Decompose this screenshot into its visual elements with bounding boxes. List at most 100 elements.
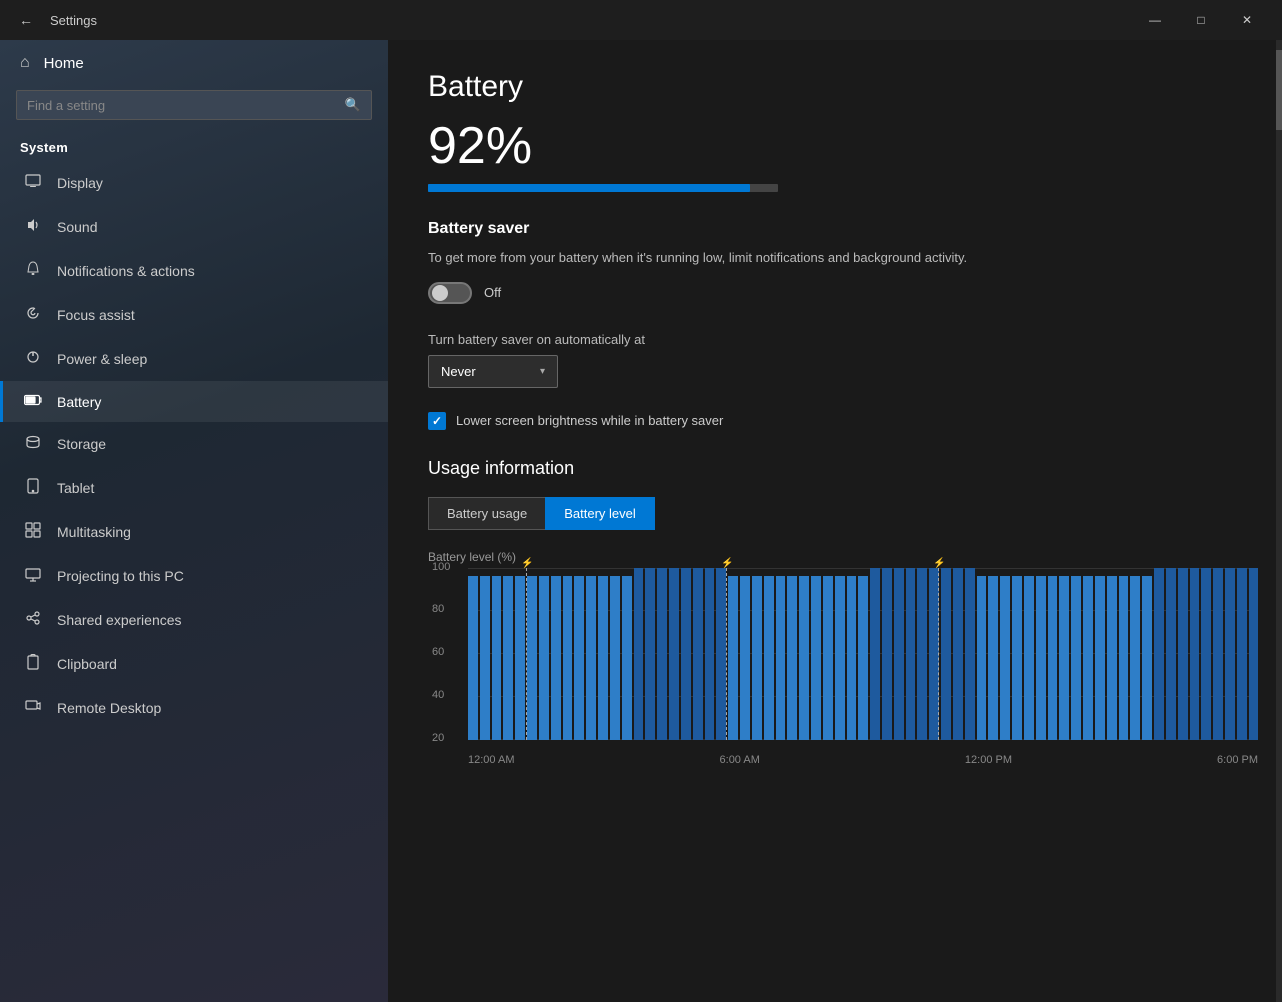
sidebar-item-projecting[interactable]: Projecting to this PC <box>0 554 388 598</box>
chart-bar <box>906 568 916 740</box>
chart-bar <box>468 576 478 739</box>
chart-bar <box>1237 568 1247 740</box>
sidebar-home-item[interactable]: ⌂ Home <box>0 40 388 86</box>
chart-bar <box>1059 576 1069 739</box>
sidebar-item-tablet[interactable]: Tablet <box>0 466 388 510</box>
chart-bar <box>657 568 667 740</box>
chart-bar <box>551 576 561 739</box>
tablet-icon <box>23 478 43 498</box>
chart-bar <box>705 568 715 740</box>
chart-bar <box>480 576 490 739</box>
search-input[interactable] <box>27 98 345 113</box>
x-label-6pm: 6:00 PM <box>1217 754 1258 766</box>
usage-tabs: Battery usage Battery level <box>428 497 1242 530</box>
sidebar-item-label-tablet: Tablet <box>57 480 94 496</box>
notifications-icon <box>23 261 43 281</box>
tab-battery-level[interactable]: Battery level <box>545 497 655 530</box>
chart-bar <box>503 576 513 739</box>
sidebar-item-label-power: Power & sleep <box>57 351 147 367</box>
sidebar-item-remote[interactable]: Remote Desktop <box>0 686 388 730</box>
sidebar-item-display[interactable]: Display <box>0 161 388 205</box>
search-icon[interactable]: 🔍 <box>345 97 361 113</box>
chart-bar <box>941 568 951 740</box>
chart-bar <box>870 568 880 740</box>
sidebar-item-label-remote: Remote Desktop <box>57 700 161 716</box>
auto-battery-saver-dropdown[interactable]: Never ▾ <box>428 355 558 388</box>
chart-bar <box>1119 576 1129 739</box>
title-bar: ← Settings — □ ✕ <box>0 0 1282 40</box>
sidebar-item-label-focus: Focus assist <box>57 307 135 323</box>
chart-bar <box>586 576 596 739</box>
plug-icon-2: ⚡ <box>721 558 733 569</box>
usage-info-title: Usage information <box>428 458 1242 479</box>
sidebar-item-battery[interactable]: Battery <box>0 381 388 422</box>
chart-bar <box>634 568 644 740</box>
battery-saver-toggle[interactable] <box>428 282 472 304</box>
shared-icon <box>23 610 43 630</box>
plug-icon: ⚡ <box>521 558 533 569</box>
chart-bar <box>965 568 975 740</box>
sidebar-item-label-display: Display <box>57 175 103 191</box>
scrollbar-thumb[interactable] <box>1276 50 1282 130</box>
sidebar-item-label-clipboard: Clipboard <box>57 656 117 672</box>
chart-bar <box>740 576 750 739</box>
content-area: Battery 92% Battery saver To get more fr… <box>388 40 1282 1002</box>
sidebar-item-storage[interactable]: Storage <box>0 422 388 466</box>
chart-bar <box>977 576 987 739</box>
sidebar-item-shared[interactable]: Shared experiences <box>0 598 388 642</box>
minimize-button[interactable]: — <box>1132 4 1178 36</box>
back-button[interactable]: ← <box>12 6 40 34</box>
charging-marker-1: ⚡ <box>526 568 527 740</box>
chart-bar <box>1107 576 1117 739</box>
home-icon: ⌂ <box>20 54 30 72</box>
tab-battery-usage[interactable]: Battery usage <box>428 497 545 530</box>
chart-bar <box>1000 576 1010 739</box>
chart-bar <box>515 576 525 739</box>
chart-bar <box>1166 568 1176 740</box>
sidebar-item-sound[interactable]: Sound <box>0 205 388 249</box>
brightness-checkbox[interactable]: ✓ <box>428 412 446 430</box>
toggle-knob <box>432 285 448 301</box>
chart-bar <box>1190 568 1200 740</box>
chevron-down-icon: ▾ <box>540 366 545 377</box>
chart-bar <box>574 576 584 739</box>
sidebar-item-label-storage: Storage <box>57 436 106 452</box>
sidebar: ⌂ Home 🔍 System Display SoundNotification… <box>0 40 388 1002</box>
chart-bar <box>1178 568 1188 740</box>
sidebar-item-clipboard[interactable]: Clipboard <box>0 642 388 686</box>
app-title: Settings <box>50 13 97 28</box>
display-icon <box>23 173 43 193</box>
battery-fill <box>428 184 750 192</box>
battery-saver-description: To get more from your battery when it's … <box>428 248 1028 268</box>
sound-icon <box>23 217 43 237</box>
checkbox-check-icon: ✓ <box>432 414 442 428</box>
sidebar-item-focus[interactable]: Focus assist <box>0 293 388 337</box>
chart-bar <box>645 568 655 740</box>
chart-bar <box>1071 576 1081 739</box>
chart-bar <box>894 568 904 740</box>
sidebar-section-title: System <box>0 132 388 161</box>
chart-bar <box>752 576 762 739</box>
chart-bar <box>1048 576 1058 739</box>
plug-icon-3: ⚡ <box>933 558 945 569</box>
multitasking-icon <box>23 522 43 542</box>
sidebar-item-label-battery: Battery <box>57 394 101 410</box>
chart-bar <box>953 568 963 740</box>
sidebar-item-label-multitasking: Multitasking <box>57 524 131 540</box>
sidebar-item-label-shared: Shared experiences <box>57 612 182 628</box>
chart-bar <box>764 576 774 739</box>
chart-bar <box>811 576 821 739</box>
x-label-6am: 6:00 AM <box>720 754 760 766</box>
charging-marker-2: ⚡ <box>726 568 727 740</box>
search-box: 🔍 <box>16 90 372 120</box>
sidebar-item-power[interactable]: Power & sleep <box>0 337 388 381</box>
chart-bar <box>669 568 679 740</box>
maximize-button[interactable]: □ <box>1178 4 1224 36</box>
scrollbar[interactable] <box>1276 40 1282 1002</box>
sidebar-item-notifications[interactable]: Notifications & actions <box>0 249 388 293</box>
projecting-icon <box>23 566 43 586</box>
close-button[interactable]: ✕ <box>1224 4 1270 36</box>
sidebar-item-multitasking[interactable]: Multitasking <box>0 510 388 554</box>
chart-bar <box>539 576 549 739</box>
chart-bar <box>1012 576 1022 739</box>
